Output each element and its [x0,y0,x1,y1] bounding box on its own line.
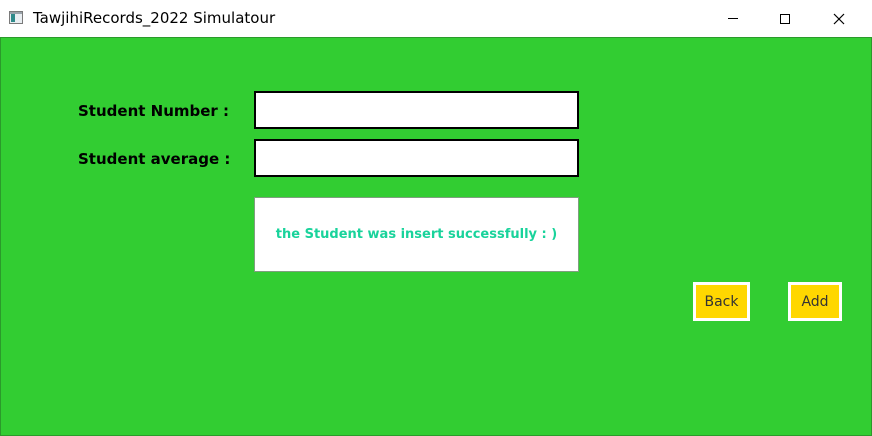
student-average-label: Student average : [78,150,231,168]
minimize-icon [728,18,738,19]
window-title: TawjihiRecords_2022 Simulatour [33,9,276,27]
close-button[interactable] [816,0,862,37]
close-icon [833,13,845,24]
add-button[interactable]: Add [788,282,842,321]
back-button[interactable]: Back [693,282,750,321]
title-bar[interactable]: TawjihiRecords_2022 Simulatour [0,0,872,37]
app-window: TawjihiRecords_2022 Simulatour Student N… [0,0,872,436]
status-message: the Student was insert successfully : ) [275,227,558,242]
student-number-input[interactable] [254,91,579,129]
student-number-label: Student Number : [78,102,230,120]
status-message-box: the Student was insert successfully : ) [254,197,579,272]
maximize-icon [780,13,790,24]
student-average-input[interactable] [254,139,579,177]
maximize-button[interactable] [762,0,808,37]
minimize-button[interactable] [710,0,756,37]
app-icon [9,11,23,24]
main-panel: Student Number : Student average : the S… [0,37,872,436]
